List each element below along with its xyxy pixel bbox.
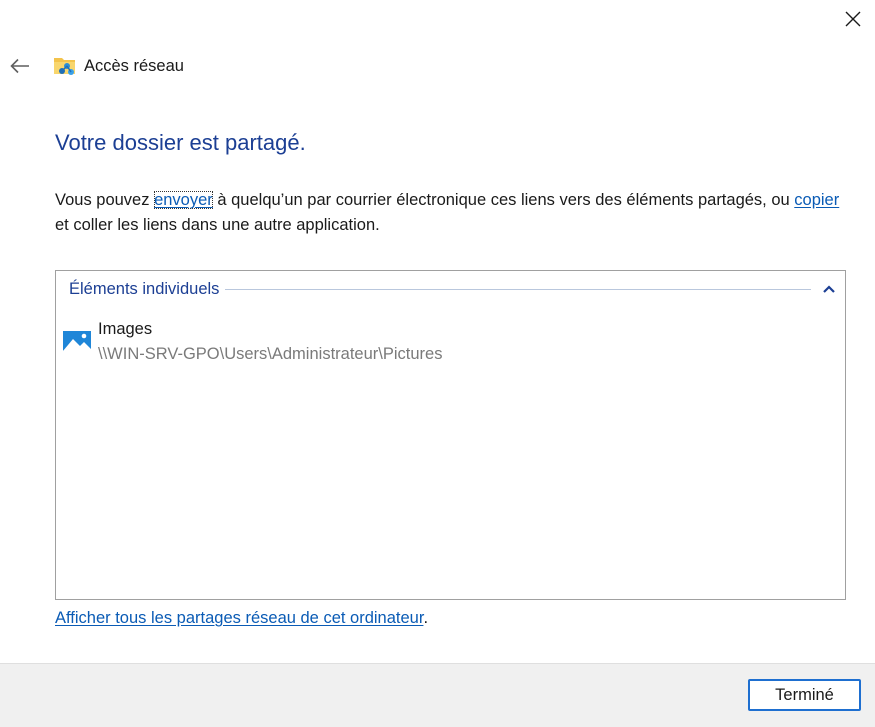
description-part-2: à quelqu’un par courrier électronique ce… — [212, 191, 795, 209]
chevron-up-icon — [823, 285, 835, 293]
item-name: Images — [98, 320, 153, 338]
back-button[interactable] — [4, 50, 36, 82]
pictures-folder-icon — [63, 331, 91, 351]
shared-items-list: Éléments individuels Images \\WIN-SRV-GP… — [55, 270, 846, 600]
group-divider — [225, 288, 811, 290]
item-path: \\WIN-SRV-GPO\Users\Administrateur\Pictu… — [98, 345, 443, 363]
copy-link[interactable]: copier — [794, 191, 839, 209]
group-header[interactable]: Éléments individuels — [69, 278, 835, 300]
footer-bar — [0, 663, 875, 727]
collapse-button[interactable] — [823, 284, 835, 294]
description-text: Vous pouvez envoyer à quelqu’un par cour… — [55, 188, 855, 238]
description-part-3: et coller les liens dans une autre appli… — [55, 216, 380, 234]
description-part-1: Vous pouvez — [55, 191, 155, 209]
list-item[interactable]: Images \\WIN-SRV-GPO\Users\Administrateu… — [62, 320, 502, 372]
close-icon — [845, 11, 861, 27]
done-button[interactable]: Terminé — [748, 679, 861, 711]
show-all-shares-link[interactable]: Afficher tous les partages réseau de cet… — [55, 609, 423, 627]
send-link[interactable]: envoyer — [154, 191, 213, 209]
close-button[interactable] — [834, 1, 872, 37]
window-title: Accès réseau — [84, 57, 184, 75]
show-all-suffix: . — [423, 609, 429, 627]
show-all-shares: Afficher tous les partages réseau de cet… — [55, 609, 428, 628]
network-folder-icon — [54, 58, 75, 75]
group-label: Éléments individuels — [69, 279, 220, 298]
page-heading: Votre dossier est partagé. — [55, 130, 306, 155]
back-arrow-icon — [10, 58, 29, 74]
